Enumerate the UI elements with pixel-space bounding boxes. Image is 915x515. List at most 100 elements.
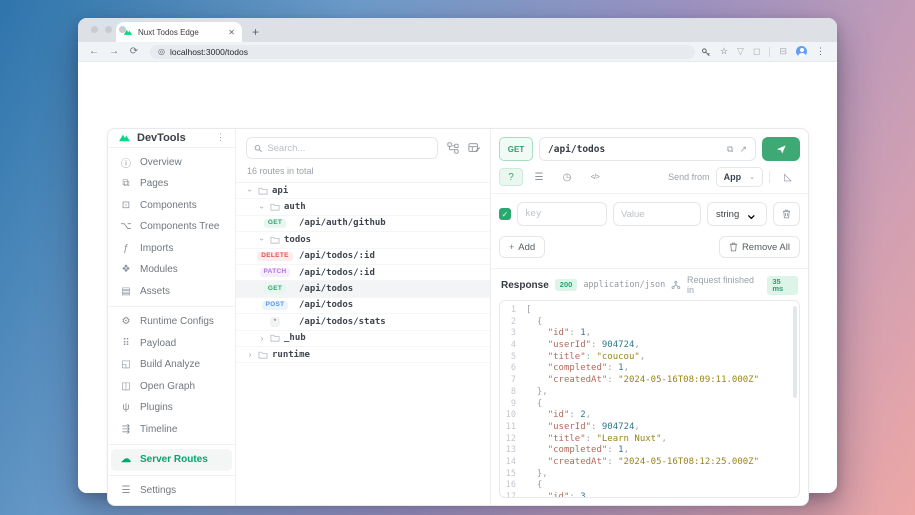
browser-tab-strip: Nuxt Todos Edge ✕ + [78, 18, 837, 42]
code-line: 3 "id": 1, [500, 328, 799, 340]
tree-view-toggle-icon[interactable] [447, 142, 459, 154]
route-folder-api[interactable]: ›api [236, 183, 490, 199]
chevron-right-icon[interactable]: › [257, 334, 267, 343]
route-folder-runtime[interactable]: ›runtime [236, 347, 490, 363]
sidebar-item-payload[interactable]: ⠿Payload [108, 333, 235, 355]
reload-icon[interactable]: ⟳ [126, 46, 142, 57]
route-row[interactable]: */api/todos/stats [236, 314, 490, 330]
chevron-down-icon[interactable]: › [258, 202, 267, 212]
chevron-down-icon[interactable]: › [258, 235, 267, 245]
method-badge-post: POST [262, 301, 289, 311]
code-line: 16 { [500, 480, 799, 492]
sidebar-item-plugins[interactable]: ψPlugins [108, 397, 235, 419]
back-icon[interactable]: ← [86, 46, 102, 57]
forward-icon[interactable]: → [106, 46, 122, 57]
chevron-down-icon[interactable]: › [246, 186, 255, 196]
sidebar-divider [108, 475, 235, 476]
sidebar-item-modules[interactable]: ❖Modules [108, 259, 235, 281]
payload-icon: ⠿ [120, 338, 132, 349]
timeline-icon: ⇶ [120, 424, 132, 435]
sidebar-divider [108, 306, 235, 307]
line-number: 15 [500, 469, 526, 481]
delete-param-button[interactable] [773, 202, 800, 226]
route-row[interactable]: POST/api/todos [236, 298, 490, 314]
window-controls[interactable] [91, 26, 126, 33]
search-input[interactable] [267, 143, 430, 154]
route-row[interactable]: PATCH/api/todos/:id [236, 265, 490, 281]
sidebar-item-pages[interactable]: ⧉Pages [108, 173, 235, 195]
sidebar-item-components[interactable]: ⊡Components [108, 195, 235, 217]
send-from-select[interactable]: App ⌄ [716, 167, 763, 187]
sidebar-item-build-analyze[interactable]: ◱Build Analyze [108, 354, 235, 376]
code-line: 4 "userId": 904724, [500, 340, 799, 352]
plus-icon: + [509, 242, 514, 252]
code-line: 6 "completed": 1, [500, 363, 799, 375]
sidebar-item-overview[interactable]: ⓘOverview [108, 152, 235, 174]
route-row[interactable]: GET/api/todos [236, 281, 490, 297]
tab-timer-icon[interactable]: ◷ [555, 168, 579, 186]
browser-tab[interactable]: Nuxt Todos Edge ✕ [116, 22, 242, 42]
sidebar-item-imports[interactable]: ƒImports [108, 238, 235, 260]
line-number: 14 [500, 457, 526, 469]
tab-headers-icon[interactable]: ☰ [527, 168, 551, 186]
add-param-button[interactable]: +Add [499, 236, 545, 258]
extension-a-icon[interactable]: ▽ [737, 46, 744, 57]
site-info-icon[interactable]: ◎ [158, 47, 165, 56]
window-maximize-button[interactable] [119, 26, 126, 33]
devtools-menu-icon[interactable]: ⋮ [216, 132, 225, 143]
chevron-right-icon[interactable]: › [245, 350, 255, 359]
sidebar-item-timeline[interactable]: ⇶Timeline [108, 419, 235, 441]
nuxt-logo-icon [118, 131, 131, 144]
param-type-select[interactable]: string ⌄ [707, 202, 767, 226]
route-row[interactable]: DELETE/api/todos/:id [236, 249, 490, 265]
route-input[interactable]: /api/todos ⧉ ↗ [539, 137, 756, 161]
open-external-icon[interactable]: ↗ [739, 144, 747, 155]
tab-params-help-icon[interactable]: ? [499, 168, 523, 186]
code-line: 9 { [500, 399, 799, 411]
edit-list-icon[interactable] [468, 142, 480, 154]
scrollbar-thumb[interactable] [793, 306, 797, 398]
code-line: 15 }, [500, 469, 799, 481]
method-badge[interactable]: GET [499, 137, 533, 161]
sidebar-item-open-graph[interactable]: ◫Open Graph [108, 376, 235, 398]
extension-b-icon[interactable]: ◻ [753, 46, 760, 57]
profile-avatar[interactable] [796, 46, 807, 57]
sidebar-item-label: Modules [140, 264, 178, 275]
response-body[interactable]: 1[2 {3 "id": 1,4 "userId": 904724,5 "tit… [499, 300, 800, 498]
param-enabled-checkbox[interactable]: ✓ [499, 208, 511, 220]
copy-route-icon[interactable]: ⧉ [727, 144, 733, 155]
sidebar-item-runtime-configs[interactable]: ⚙Runtime Configs [108, 311, 235, 333]
finished-label: Request finished in [687, 275, 761, 295]
send-request-button[interactable] [762, 137, 800, 161]
tab-snippets-icon[interactable]: </> [583, 168, 607, 186]
password-key-icon[interactable] [701, 47, 711, 57]
window-minimize-button[interactable] [105, 26, 112, 33]
folder-name: auth [284, 202, 306, 212]
tab-close-icon[interactable]: ✕ [228, 28, 235, 37]
open-graph-icon: ◫ [120, 381, 132, 392]
sidebar-item-server-routes[interactable]: ☁Server Routes [111, 449, 232, 471]
route-row[interactable]: GET/api/auth/github [236, 216, 490, 232]
content-type: application/json [583, 280, 665, 290]
method-badge-get: GET [264, 284, 286, 294]
metrics-icon[interactable]: ◺ [776, 168, 800, 186]
bookmark-star-icon[interactable]: ☆ [720, 46, 728, 57]
sidebar-item-assets[interactable]: ▤Assets [108, 281, 235, 303]
media-control-icon[interactable]: ⊟ [779, 46, 787, 57]
line-number: 17 [500, 492, 526, 498]
line-number: 4 [500, 340, 526, 352]
route-folder-todos[interactable]: ›todos [236, 232, 490, 248]
page-content: DevTools ⋮ ⓘOverview⧉Pages⊡Components⌥Co… [78, 62, 837, 493]
search-box[interactable] [246, 137, 438, 159]
route-folder-_hub[interactable]: ›_hub [236, 331, 490, 347]
browser-menu-icon[interactable]: ⋮ [816, 46, 825, 57]
sidebar-item-components-tree[interactable]: ⌥Components Tree [108, 216, 235, 238]
sidebar-item-settings[interactable]: ☰Settings [108, 480, 235, 502]
route-folder-auth[interactable]: › auth [236, 199, 490, 215]
param-value-input[interactable] [613, 202, 701, 226]
address-bar[interactable]: ◎ localhost:3000/todos [150, 45, 695, 59]
param-key-input[interactable] [517, 202, 607, 226]
new-tab-button[interactable]: + [252, 25, 259, 39]
window-close-button[interactable] [91, 26, 98, 33]
remove-all-button[interactable]: Remove All [719, 236, 800, 258]
